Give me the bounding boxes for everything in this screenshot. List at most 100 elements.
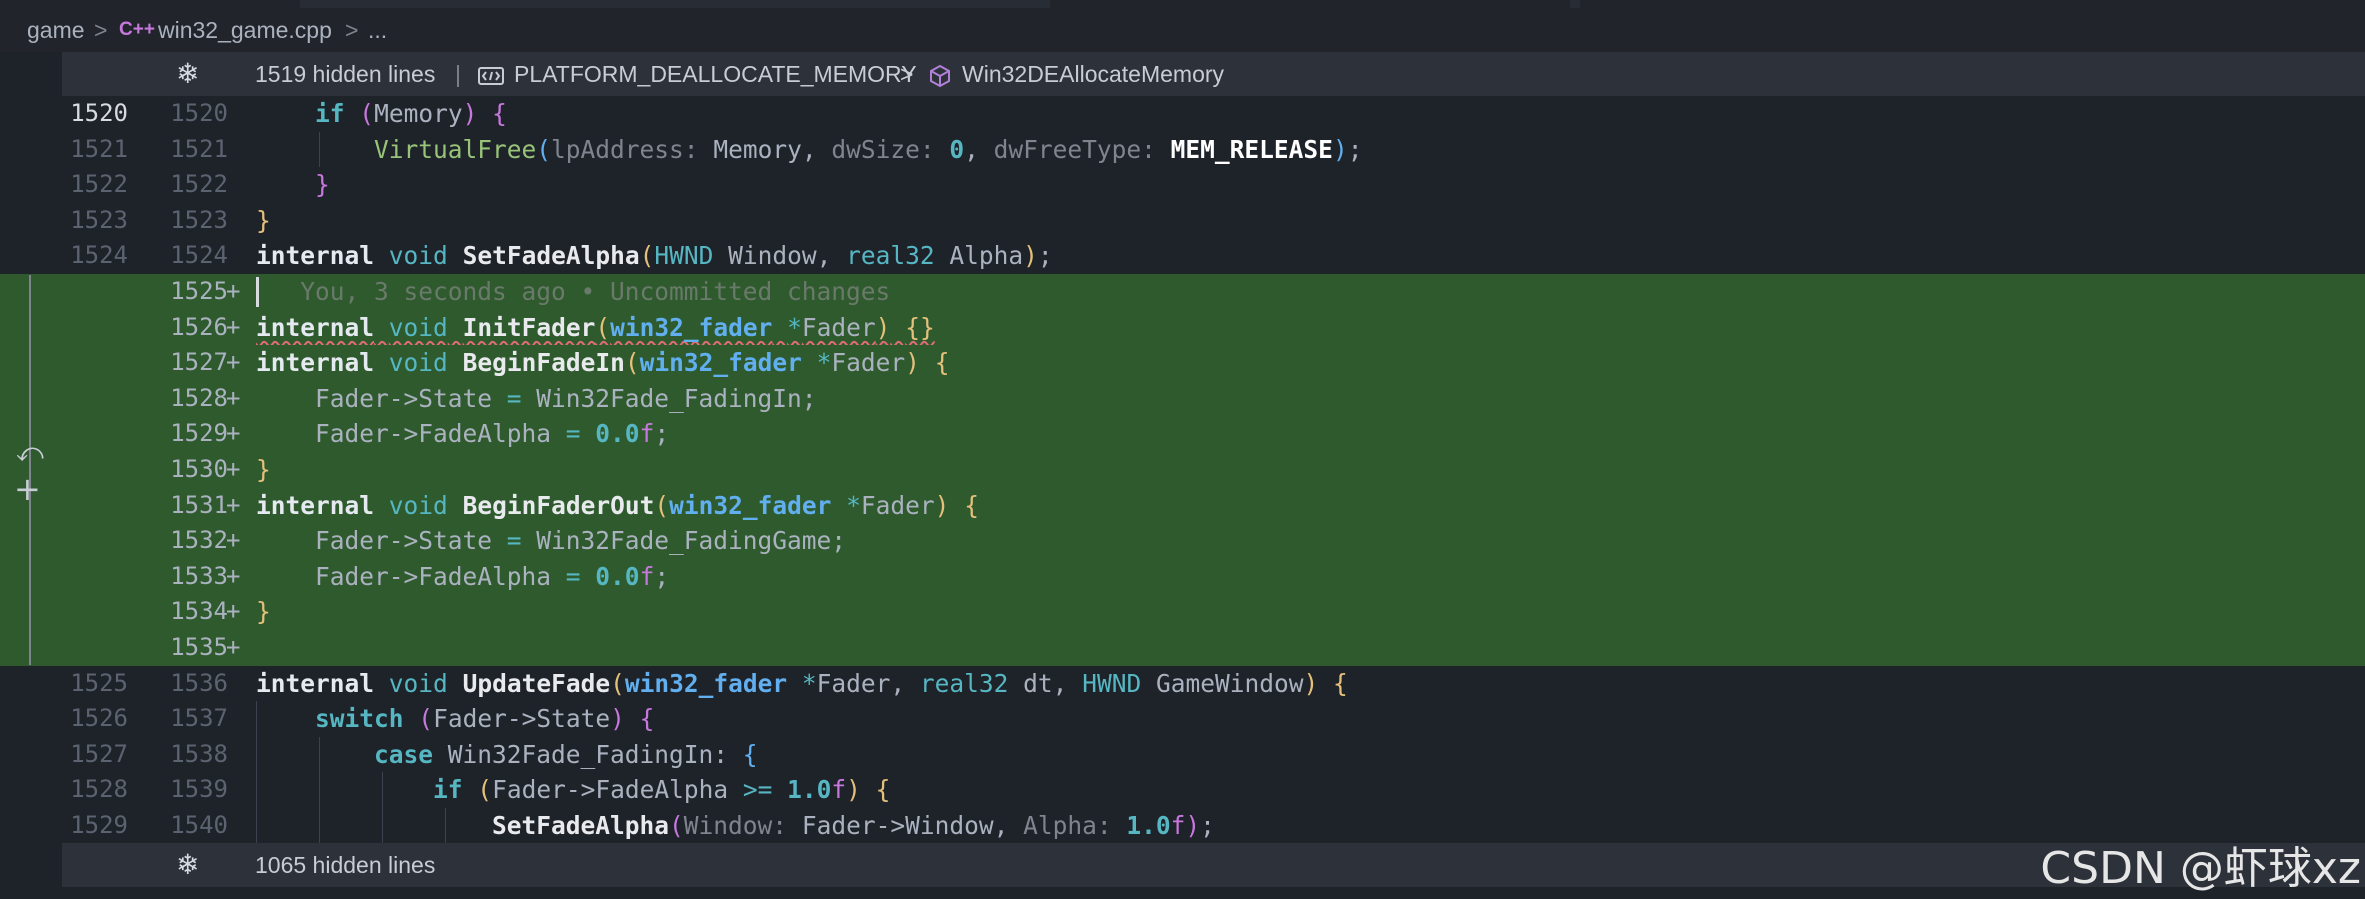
added-marker: + bbox=[226, 419, 241, 448]
code-text: Fader->State = Win32Fade_FadingGame; bbox=[256, 526, 847, 556]
line-number-old: 1523 bbox=[70, 205, 128, 234]
line-number-old: 1524 bbox=[70, 241, 128, 270]
code-text: internal void BeginFaderOut(win32_fader … bbox=[256, 490, 979, 520]
sticky-symbol-macro[interactable]: PLATFORM_DEALLOCATE_MEMORY bbox=[514, 52, 917, 96]
breadcrumb-folder[interactable]: game bbox=[27, 8, 85, 52]
code-line[interactable]: 1526 1537 switch (Fader->State) { bbox=[0, 701, 2365, 737]
added-marker: + bbox=[226, 277, 241, 305]
code-line[interactable]: 1520 1520 if (Memory) { bbox=[0, 96, 2365, 132]
code-text: internal void InitFader(win32_fader *Fad… bbox=[256, 312, 935, 342]
code-line-added[interactable]: 1533 + Fader->FadeAlpha = 0.0f; bbox=[0, 558, 2365, 595]
unfold-icon[interactable]: ❄ bbox=[176, 843, 199, 887]
code-line-added[interactable]: 1526 + internal void InitFader(win32_fad… bbox=[0, 309, 2365, 346]
indent-guide bbox=[382, 772, 383, 844]
line-number-new: 1539 bbox=[170, 775, 228, 804]
tab-strip bbox=[0, 0, 2365, 8]
line-number-new: 1527 bbox=[170, 348, 228, 377]
sticky-divider: | bbox=[455, 61, 461, 87]
code-text: You, 3 seconds ago • Uncommitted changes bbox=[256, 274, 890, 310]
blame-annotation: You, 3 seconds ago • Uncommitted changes bbox=[300, 277, 891, 306]
line-number-new: 1522 bbox=[170, 170, 228, 199]
line-number-new: 1521 bbox=[170, 134, 228, 163]
line-number-new: 1523 bbox=[170, 205, 228, 234]
code-line[interactable]: 1525 1536 internal void UpdateFade(win32… bbox=[0, 666, 2365, 702]
code-text: internal void UpdateFade(win32_fader *Fa… bbox=[256, 668, 1348, 698]
cpp-file-icon: C++ bbox=[119, 19, 155, 40]
watermark: CSDN @虾球xz bbox=[2040, 843, 2361, 894]
code-text: } bbox=[256, 205, 271, 235]
hidden-lines-count: 1065 hidden lines bbox=[255, 852, 436, 878]
breadcrumb-file[interactable]: win32_game.cpp bbox=[158, 8, 332, 52]
line-number-new: 1532 bbox=[170, 526, 228, 555]
added-marker: + bbox=[226, 597, 241, 626]
code-text: if (Fader->FadeAlpha >= 1.0f) { bbox=[433, 775, 891, 805]
code-line-added[interactable]: 1525 + You, 3 seconds ago • Uncommitted … bbox=[0, 274, 2365, 310]
code-line-added[interactable]: 1535 + bbox=[0, 630, 2365, 666]
line-number-new: 1530 bbox=[170, 455, 228, 483]
unfold-icon[interactable]: ❄ bbox=[176, 52, 199, 96]
line-number-new: 1534 bbox=[170, 597, 228, 626]
code-line[interactable]: 1521 1521 VirtualFree(lpAddress: Memory,… bbox=[0, 132, 2365, 168]
code-text: Fader->FadeAlpha = 0.0f; bbox=[256, 561, 670, 591]
line-number-new: 1524 bbox=[170, 241, 228, 270]
code-line[interactable]: 1529 1540 SetFadeAlpha(Window: Fader->Wi… bbox=[0, 808, 2365, 844]
code-text: } bbox=[256, 455, 271, 484]
added-marker: + bbox=[226, 455, 241, 483]
code-line-added[interactable]: 1527 + internal void BeginFadeIn(win32_f… bbox=[0, 345, 2365, 381]
code-text: VirtualFree(lpAddress: Memory, dwSize: 0… bbox=[374, 134, 1363, 164]
tab-strip-segment bbox=[1050, 0, 1570, 8]
sticky-symbol-method[interactable]: Win32DEAllocateMemory bbox=[962, 52, 1224, 96]
line-number-old: 1526 bbox=[70, 704, 128, 733]
line-number-new: 1528 bbox=[170, 383, 228, 412]
line-number-new: 1529 bbox=[170, 419, 228, 448]
code-line[interactable]: 1527 1538 case Win32Fade_FadingIn: { bbox=[0, 737, 2365, 773]
breadcrumb-ellipsis[interactable]: ... bbox=[368, 8, 387, 52]
line-number-old: 1525 bbox=[70, 668, 128, 697]
code-line-added[interactable]: 1532 + Fader->State = Win32Fade_FadingGa… bbox=[0, 523, 2365, 559]
code-text: internal void BeginFadeIn(win32_fader *F… bbox=[256, 348, 950, 378]
tab-strip-segment bbox=[0, 0, 300, 8]
line-number-old: 1528 bbox=[70, 775, 128, 804]
text-cursor bbox=[256, 277, 259, 307]
code-line-added[interactable]: 1531 + internal void BeginFaderOut(win32… bbox=[0, 487, 2365, 524]
code-text: internal void SetFadeAlpha(HWND Window, … bbox=[256, 241, 1053, 271]
line-number-new: 1520 bbox=[170, 99, 228, 127]
added-marker: + bbox=[226, 383, 241, 412]
sticky-separator: > bbox=[900, 61, 914, 87]
added-marker: + bbox=[226, 490, 241, 519]
line-number-old: 1527 bbox=[70, 739, 128, 768]
revert-icon[interactable]: ⤺ bbox=[16, 438, 44, 469]
breadcrumb-separator: > bbox=[94, 17, 108, 43]
code-line[interactable]: 1528 1539 if (Fader->FadeAlpha >= 1.0f) … bbox=[0, 772, 2365, 808]
code-line[interactable]: 1524 1524 internal void SetFadeAlpha(HWN… bbox=[0, 238, 2365, 274]
indent-guide bbox=[319, 131, 320, 168]
line-number-old: 1520 bbox=[70, 99, 128, 127]
line-number-new: 1536 bbox=[170, 668, 228, 697]
code-text: SetFadeAlpha(Window: Fader->Window, Alph… bbox=[492, 811, 1215, 840]
macro-icon bbox=[478, 52, 504, 96]
line-number-new: 1537 bbox=[170, 704, 228, 733]
added-marker: + bbox=[226, 348, 241, 377]
code-text: } bbox=[315, 170, 330, 200]
added-marker: + bbox=[226, 526, 241, 555]
code-line-added[interactable]: 1530 + } bbox=[0, 452, 2365, 488]
code-text: Fader->State = Win32Fade_FadingIn; bbox=[256, 383, 817, 413]
code-text: if (Memory) { bbox=[315, 99, 507, 128]
line-number-new: 1525 bbox=[170, 277, 228, 305]
code-line[interactable]: 1523 1523 } bbox=[0, 203, 2365, 239]
breadcrumb: game > C++ win32_game.cpp > ... bbox=[0, 8, 2365, 52]
code-line-added[interactable]: 1529 + Fader->FadeAlpha = 0.0f; bbox=[0, 416, 2365, 452]
code-line-added[interactable]: 1528 + Fader->State = Win32Fade_FadingIn… bbox=[0, 380, 2365, 417]
code-editor[interactable]: 1520 1520 if (Memory) { 1521 1521 Virtua… bbox=[0, 96, 2365, 844]
line-number-old: 1521 bbox=[70, 134, 128, 163]
line-number-new: 1535 bbox=[170, 633, 228, 661]
added-marker: + bbox=[226, 633, 241, 661]
code-line-added[interactable]: 1534 + } bbox=[0, 594, 2365, 630]
code-line[interactable]: 1522 1522 } bbox=[0, 167, 2365, 203]
hidden-lines-bar-bottom[interactable]: ❄ 1065 hidden lines bbox=[62, 843, 2365, 887]
plus-icon[interactable]: + bbox=[14, 470, 41, 508]
hidden-lines-bar-top[interactable]: ❄ 1519 hidden lines | PLATFORM_DEALLOCAT… bbox=[62, 52, 2365, 96]
line-number-new: 1540 bbox=[170, 811, 228, 839]
line-number-new: 1533 bbox=[170, 561, 228, 590]
hidden-lines-count: 1519 hidden lines bbox=[255, 61, 436, 87]
